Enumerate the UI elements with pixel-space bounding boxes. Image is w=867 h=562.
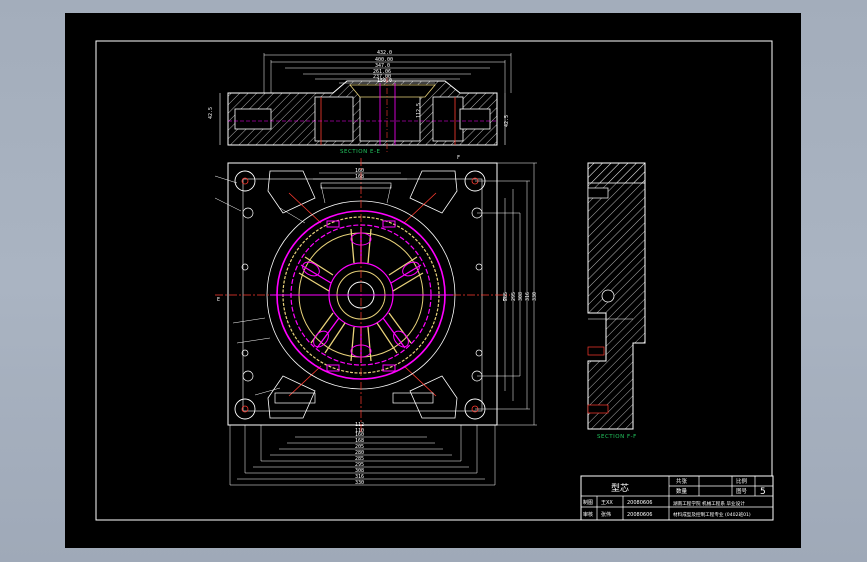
title-block: 型芯 共张 数量 比例 图号 5 制图 王XX 20080606 审核 张伟 2… xyxy=(580,475,774,521)
designer-date: 20080606 xyxy=(627,500,652,506)
title-quantity-label: 数量 xyxy=(676,487,688,495)
drawing-sheet: 432.0 400.00 347.0 261.06 237.00 150.0 4… xyxy=(95,40,774,521)
title-part-name: 型芯 xyxy=(611,482,629,494)
top-dim-1: 432.0 xyxy=(377,50,392,56)
side-dim-left: 42.5 xyxy=(208,107,214,119)
top-dim-6: 150.0 xyxy=(377,78,392,84)
checker-label: 审核 xyxy=(583,511,593,518)
checker-name: 张伟 xyxy=(601,511,611,518)
right-dim-3: 308 xyxy=(518,292,524,301)
inner-top-dim-2: 168 xyxy=(355,174,364,180)
section-f-f-body xyxy=(587,162,646,430)
right-dim-1: 285 xyxy=(503,292,509,301)
section-f-f-view: SECTION F-F xyxy=(587,162,646,440)
side-dim-inner: 112.5 xyxy=(416,103,422,118)
bottom-dim-9: 330 xyxy=(355,480,364,486)
title-material-label: 共张 xyxy=(676,477,688,485)
section-f-f-label: SECTION F-F xyxy=(597,434,637,440)
right-dim-4: 316 xyxy=(525,292,531,301)
designer-label: 制图 xyxy=(583,499,593,506)
title-sheet-label: 图号 xyxy=(736,487,748,495)
title-scale-label: 比例 xyxy=(736,477,748,485)
right-dim-2: 295 xyxy=(511,292,517,301)
section-e-e-label: SECTION E-E xyxy=(340,149,380,155)
checker-date: 20080606 xyxy=(627,512,652,518)
school-line-1: 湖南工程学院 机械工程系 毕业设计 xyxy=(673,500,745,507)
designer-name: 王XX xyxy=(601,500,613,506)
title-sheet-value: 5 xyxy=(760,487,766,497)
right-dim-5: 330 xyxy=(532,292,538,301)
section-mark-left: E xyxy=(217,297,220,303)
section-mark-corner: F xyxy=(457,155,460,161)
core-plan-view: E E F 160 168 112 110 160 168 205 280 28… xyxy=(214,155,538,486)
side-dim-right: 42.5 xyxy=(504,115,510,127)
school-line-2: 材料成型及控制工程专业 (0402班01) xyxy=(673,511,751,518)
core-plate-outline xyxy=(227,162,498,426)
section-e-e-view: 432.0 400.00 347.0 261.06 237.00 150.0 4… xyxy=(208,50,512,155)
cad-viewport[interactable]: 432.0 400.00 347.0 261.06 237.00 150.0 4… xyxy=(65,13,801,548)
